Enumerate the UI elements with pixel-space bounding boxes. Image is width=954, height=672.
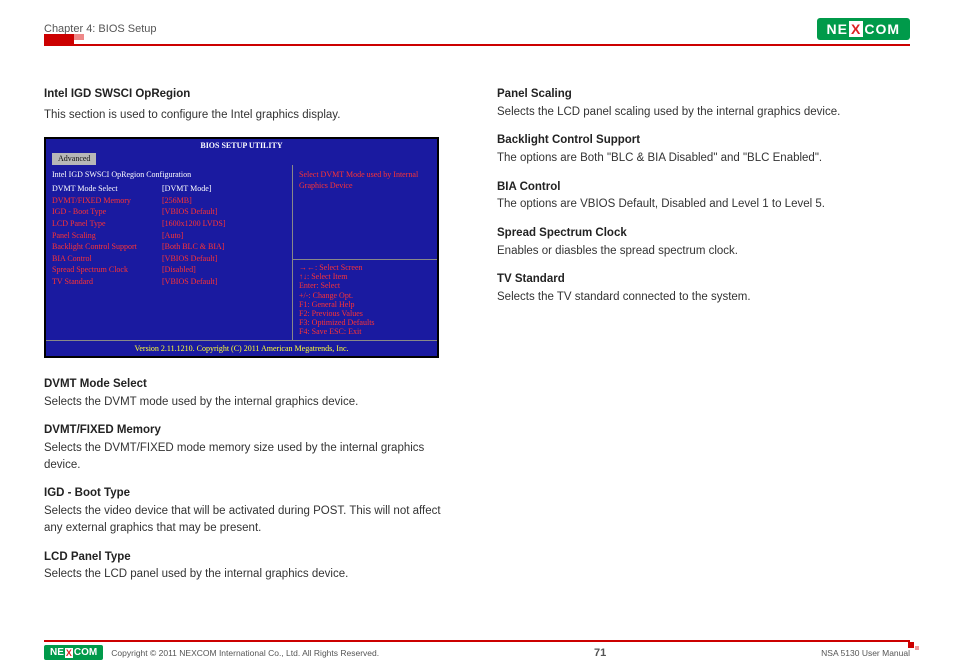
subsection-heading: DVMT Mode Select xyxy=(44,376,457,393)
bios-option-value: [DVMT Mode] xyxy=(162,183,211,195)
right-column: Panel ScalingSelects the LCD panel scali… xyxy=(497,86,910,595)
bios-option-label: DVMT Mode Select xyxy=(52,183,162,195)
subsection-body: Selects the TV standard connected to the… xyxy=(497,289,910,306)
bios-key-line: →←: Select Screen xyxy=(299,263,431,272)
bios-option-label: IGD - Boot Type xyxy=(52,206,162,218)
header-rule xyxy=(44,44,910,46)
bios-option-row: DVMT Mode Select[DVMT Mode] xyxy=(52,183,286,195)
footer-copyright: Copyright © 2011 NEXCOM International Co… xyxy=(111,648,379,658)
footer-logo: NEXCOM xyxy=(44,645,103,660)
page-tab-decor-light xyxy=(74,34,84,40)
subsection-heading: Panel Scaling xyxy=(497,86,910,103)
bios-option-value: [Both BLC & BIA] xyxy=(162,241,224,253)
doc-subsection: Panel ScalingSelects the LCD panel scali… xyxy=(497,86,910,120)
bios-title: BIOS SETUP UTILITY xyxy=(46,139,437,153)
bios-option-row: DVMT/FIXED Memory[256MB] xyxy=(52,195,286,207)
bios-key-line: F1: General Help xyxy=(299,300,431,309)
bios-option-row: TV Standard[VBIOS Default] xyxy=(52,276,286,288)
subsection-heading: LCD Panel Type xyxy=(44,549,457,566)
page-tab-decor xyxy=(44,34,74,44)
bios-option-label: Backlight Control Support xyxy=(52,241,162,253)
bios-option-value: [Auto] xyxy=(162,230,183,242)
bios-version: Version 2.11.1210. Copyright (C) 2011 Am… xyxy=(46,340,437,357)
section-title: Intel IGD SWSCI OpRegion xyxy=(44,86,457,103)
footer-manual: NSA 5130 User Manual xyxy=(821,648,910,658)
brand-logo: NEXCOM xyxy=(817,18,910,40)
bios-option-label: Spread Spectrum Clock xyxy=(52,264,162,276)
subsection-heading: IGD - Boot Type xyxy=(44,485,457,502)
bios-option-value: [VBIOS Default] xyxy=(162,206,217,218)
bios-option-row: Spread Spectrum Clock[Disabled] xyxy=(52,264,286,276)
subsection-heading: DVMT/FIXED Memory xyxy=(44,422,457,439)
bios-key-line: Enter: Select xyxy=(299,281,431,290)
doc-subsection: BIA ControlThe options are VBIOS Default… xyxy=(497,179,910,213)
subsection-body: Enables or diasbles the spread spectrum … xyxy=(497,243,910,260)
subsection-body: Selects the DVMT/FIXED mode memory size … xyxy=(44,440,457,473)
subsection-body: The options are Both "BLC & BIA Disabled… xyxy=(497,150,910,167)
bios-option-value: [1600x1200 LVDS] xyxy=(162,218,225,230)
doc-subsection: TV StandardSelects the TV standard conne… xyxy=(497,271,910,305)
doc-subsection: DVMT Mode SelectSelects the DVMT mode us… xyxy=(44,376,457,410)
bios-option-value: [VBIOS Default] xyxy=(162,253,217,265)
section-intro: This section is used to configure the In… xyxy=(44,107,457,124)
subsection-body: Selects the LCD panel scaling used by th… xyxy=(497,104,910,121)
bios-option-value: [VBIOS Default] xyxy=(162,276,217,288)
doc-subsection: IGD - Boot TypeSelects the video device … xyxy=(44,485,457,536)
subsection-body: The options are VBIOS Default, Disabled … xyxy=(497,196,910,213)
page-number: 71 xyxy=(594,647,606,659)
subsection-heading: Spread Spectrum Clock xyxy=(497,225,910,242)
bios-option-label: DVMT/FIXED Memory xyxy=(52,195,162,207)
bios-option-value: [Disabled] xyxy=(162,264,196,276)
bios-option-value: [256MB] xyxy=(162,195,192,207)
doc-subsection: LCD Panel TypeSelects the LCD panel used… xyxy=(44,549,457,583)
bios-key-line: F4: Save ESC: Exit xyxy=(299,327,431,336)
bios-key-line: F2: Previous Values xyxy=(299,309,431,318)
subsection-heading: TV Standard xyxy=(497,271,910,288)
bios-option-row: IGD - Boot Type[VBIOS Default] xyxy=(52,206,286,218)
doc-subsection: Spread Spectrum ClockEnables or diasbles… xyxy=(497,225,910,259)
bios-option-label: TV Standard xyxy=(52,276,162,288)
bios-option-row: Panel Scaling[Auto] xyxy=(52,230,286,242)
subsection-heading: Backlight Control Support xyxy=(497,132,910,149)
footer-decor-light xyxy=(915,646,919,650)
subsection-body: Selects the LCD panel used by the intern… xyxy=(44,566,457,583)
bios-screenshot: BIOS SETUP UTILITY Advanced Intel IGD SW… xyxy=(44,137,439,358)
bios-option-label: LCD Panel Type xyxy=(52,218,162,230)
bios-key-line: +/-: Change Opt. xyxy=(299,291,431,300)
bios-key-legend: →←: Select Screen↑↓: Select ItemEnter: S… xyxy=(293,260,437,340)
bios-subsection: Intel IGD SWSCI OpRegion Configuration xyxy=(52,169,286,181)
bios-option-label: Panel Scaling xyxy=(52,230,162,242)
bios-key-line: F3: Optimized Defaults xyxy=(299,318,431,327)
bios-option-row: LCD Panel Type[1600x1200 LVDS] xyxy=(52,218,286,230)
subsection-body: Selects the DVMT mode used by the intern… xyxy=(44,394,457,411)
left-column: Intel IGD SWSCI OpRegion This section is… xyxy=(44,86,457,595)
doc-subsection: DVMT/FIXED MemorySelects the DVMT/FIXED … xyxy=(44,422,457,473)
bios-option-label: BIA Control xyxy=(52,253,162,265)
bios-tab-advanced: Advanced xyxy=(52,153,96,165)
bios-option-row: BIA Control[VBIOS Default] xyxy=(52,253,286,265)
bios-key-line: ↑↓: Select Item xyxy=(299,272,431,281)
subsection-body: Selects the video device that will be ac… xyxy=(44,503,457,536)
doc-subsection: Backlight Control SupportThe options are… xyxy=(497,132,910,166)
footer-rule xyxy=(44,640,910,642)
subsection-heading: BIA Control xyxy=(497,179,910,196)
bios-option-row: Backlight Control Support[Both BLC & BIA… xyxy=(52,241,286,253)
bios-help-text: Select DVMT Mode used by Internal Graphi… xyxy=(293,165,437,261)
